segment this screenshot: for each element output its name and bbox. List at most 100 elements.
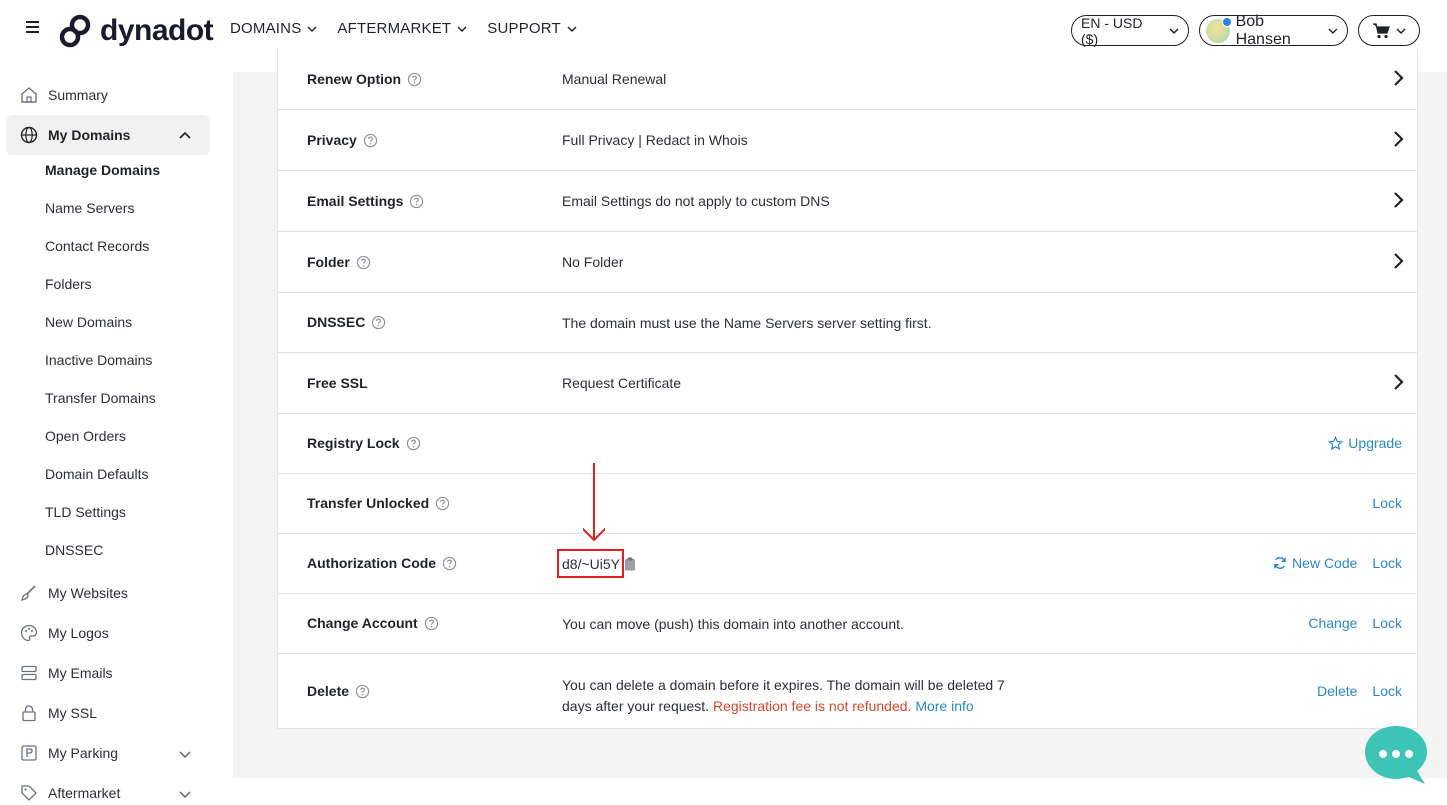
row-renew-option[interactable]: Renew Option Manual Renewal <box>278 49 1417 110</box>
sidebar-subitem-name-servers[interactable]: Name Servers <box>45 200 134 216</box>
row-email-settings[interactable]: Email Settings Email Settings do not app… <box>278 171 1417 232</box>
chevron-right-icon[interactable] <box>1392 69 1404 87</box>
delete-description-line2: days after your request. Registration fe… <box>562 696 1005 717</box>
row-label-text: Renew Option <box>307 71 402 87</box>
sidebar-item-aftermarket[interactable]: Aftermarket <box>20 784 120 802</box>
chevron-down-icon <box>1328 28 1338 34</box>
menu-icon[interactable] <box>26 21 40 39</box>
chat-icon[interactable] <box>1363 724 1429 786</box>
chevron-right-icon[interactable] <box>1392 252 1404 270</box>
row-free-ssl[interactable]: Free SSL Request Certificate <box>278 353 1417 414</box>
dynadot-logo[interactable]: dynadot <box>58 12 214 50</box>
help-icon[interactable] <box>406 436 421 451</box>
sidebar-subitem-tld-settings[interactable]: TLD Settings <box>45 504 126 520</box>
tag-icon <box>21 785 37 801</box>
row-label: Free SSL <box>307 375 368 391</box>
chevron-down-icon <box>1396 27 1406 34</box>
chevron-right-icon[interactable] <box>1392 130 1404 148</box>
delete-link[interactable]: Delete <box>1317 683 1357 699</box>
row-label: Change Account <box>307 615 439 631</box>
row-label-text: Change Account <box>307 615 418 631</box>
sidebar-item-label: My SSL <box>48 705 98 721</box>
brand-name: dynadot <box>100 14 214 47</box>
help-icon[interactable] <box>371 315 386 330</box>
sidebar-item-my-websites[interactable]: My Websites <box>20 584 128 602</box>
nav-aftermarket[interactable]: AFTERMARKET <box>337 20 467 37</box>
palette-icon <box>20 624 38 642</box>
help-icon[interactable] <box>424 616 439 631</box>
row-value: You can delete a domain before it expire… <box>562 675 1005 717</box>
row-label-text: Email Settings <box>307 193 404 209</box>
chevron-down-icon <box>307 25 317 32</box>
top-nav: DOMAINS AFTERMARKET SUPPORT <box>230 20 577 37</box>
sidebar-item-my-parking[interactable]: My Parking <box>20 744 118 762</box>
row-value: The domain must use the Name Servers ser… <box>562 315 932 331</box>
sidebar-item-label: My Parking <box>48 745 119 761</box>
help-icon[interactable] <box>435 496 450 511</box>
sidebar-item-label: My Domains <box>48 127 131 143</box>
delete-description-line1: You can delete a domain before it expire… <box>562 677 1005 693</box>
sidebar-subitem-dnssec[interactable]: DNSSEC <box>45 542 103 558</box>
sidebar-item-label: My Emails <box>48 665 113 681</box>
row-label-text: Free SSL <box>307 375 368 391</box>
sidebar-subitem-open-orders[interactable]: Open Orders <box>45 428 126 444</box>
sidebar-item-my-domains[interactable]: My Domains <box>20 126 130 144</box>
sidebar-subitem-domain-defaults[interactable]: Domain Defaults <box>45 466 149 482</box>
dynadot-logo-icon <box>59 14 91 48</box>
help-icon[interactable] <box>356 255 371 270</box>
row-folder[interactable]: Folder No Folder <box>278 232 1417 293</box>
lock-link[interactable]: Lock <box>1372 495 1402 511</box>
cart-button[interactable] <box>1358 15 1420 46</box>
home-icon <box>21 87 37 103</box>
upgrade-link[interactable]: Upgrade <box>1328 435 1402 451</box>
user-menu[interactable]: Bob Hansen <box>1199 12 1348 48</box>
user-name: Bob Hansen <box>1235 12 1291 48</box>
nav-support[interactable]: SUPPORT <box>487 20 577 37</box>
row-label: Transfer Unlocked <box>307 495 450 511</box>
sidebar-subitem-manage-domains[interactable]: Manage Domains <box>45 162 160 178</box>
language-currency-selector[interactable]: EN - USD ($) <box>1071 15 1189 47</box>
help-icon[interactable] <box>407 72 422 87</box>
chevron-right-icon[interactable] <box>1392 191 1404 209</box>
auth-code-value: d8/~Ui5Y <box>562 556 620 572</box>
help-icon[interactable] <box>363 133 378 148</box>
chevron-down-icon[interactable] <box>178 787 192 801</box>
refresh-icon <box>1274 557 1286 569</box>
row-privacy[interactable]: Privacy Full Privacy | Redact in Whois <box>278 110 1417 171</box>
clipboard-icon[interactable] <box>624 557 636 571</box>
sidebar-subitem-transfer-domains[interactable]: Transfer Domains <box>45 390 156 406</box>
new-code-link[interactable]: New Code <box>1273 555 1357 571</box>
sidebar-subitem-new-domains[interactable]: New Domains <box>45 314 132 330</box>
row-label: Delete <box>307 683 370 699</box>
chevron-up-icon[interactable] <box>178 129 192 143</box>
help-icon[interactable] <box>409 194 424 209</box>
row-label: DNSSEC <box>307 314 386 330</box>
sidebar-item-summary[interactable]: Summary <box>20 86 108 104</box>
chevron-down-icon <box>567 25 577 32</box>
row-label: Registry Lock <box>307 435 421 451</box>
chevron-right-icon[interactable] <box>1392 373 1404 391</box>
row-label-text: Delete <box>307 683 350 699</box>
lock-link[interactable]: Lock <box>1372 555 1402 571</box>
change-link[interactable]: Change <box>1308 615 1357 631</box>
row-actions: Delete Lock <box>1317 683 1402 699</box>
sidebar-item-my-emails[interactable]: My Emails <box>20 664 113 682</box>
nav-domains[interactable]: DOMAINS <box>230 20 317 37</box>
sidebar-item-my-logos[interactable]: My Logos <box>20 624 109 642</box>
row-label: Email Settings <box>307 193 424 209</box>
sidebar-subitem-inactive-domains[interactable]: Inactive Domains <box>45 352 152 368</box>
sidebar-subitem-contact-records[interactable]: Contact Records <box>45 238 149 254</box>
row-actions: New Code Lock <box>1273 555 1402 571</box>
nav-domains-label: DOMAINS <box>230 20 302 37</box>
help-icon[interactable] <box>442 556 457 571</box>
row-actions: Lock <box>1372 495 1402 511</box>
lock-link[interactable]: Lock <box>1372 683 1402 699</box>
row-label: Folder <box>307 254 371 270</box>
sidebar-subitem-folders[interactable]: Folders <box>45 276 92 292</box>
lock-link[interactable]: Lock <box>1372 615 1402 631</box>
more-info-link[interactable]: More info <box>915 698 973 714</box>
row-label: Privacy <box>307 132 378 148</box>
chevron-down-icon[interactable] <box>178 747 192 761</box>
sidebar-item-my-ssl[interactable]: My SSL <box>20 704 97 722</box>
help-icon[interactable] <box>355 684 370 699</box>
